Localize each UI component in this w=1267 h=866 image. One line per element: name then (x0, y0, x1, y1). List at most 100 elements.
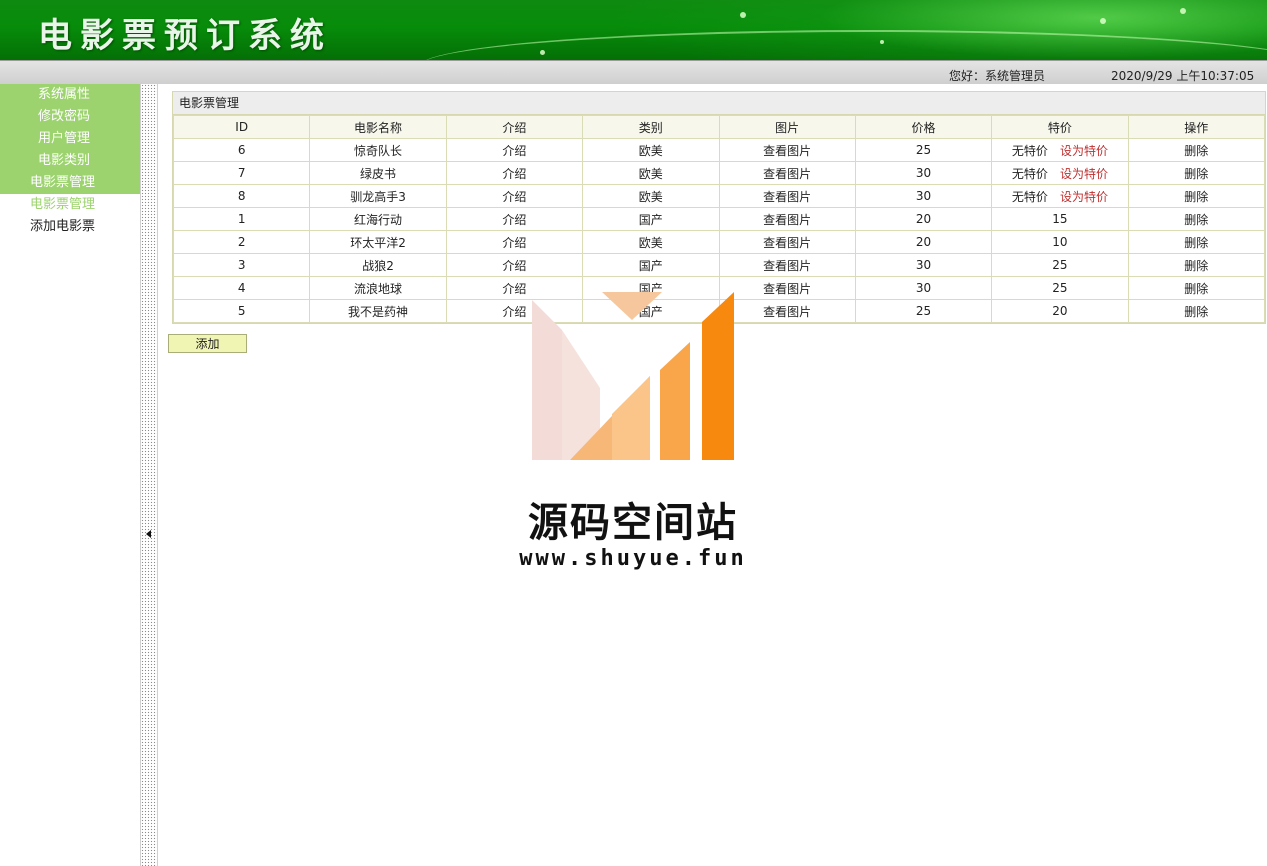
cell-special-price: 无特价 设为特价 (991, 184, 1129, 208)
cell-category: 国产 (582, 253, 720, 277)
cell-category: 欧美 (582, 138, 720, 162)
sidebar-item-movie-category[interactable]: 电影类别 (0, 150, 140, 172)
view-image-link[interactable]: 查看图片 (718, 253, 856, 277)
table-header-row: ID 电影名称 介绍 类别 图片 价格 特价 操作 (172, 115, 1266, 139)
cell-price: 30 (854, 276, 993, 300)
collapse-arrow-icon[interactable] (146, 530, 151, 538)
banner-sparkle (1100, 18, 1106, 24)
cell-category: 国产 (582, 207, 720, 231)
cell-id: 5 (172, 299, 311, 323)
banner-sparkle (880, 40, 884, 44)
cell-movie-name: 战狼2 (309, 253, 447, 277)
delete-link[interactable]: 删除 (1127, 207, 1266, 231)
cell-special-price: 无特价 设为特价 (991, 161, 1129, 185)
cell-id: 8 (172, 184, 311, 208)
cell-id: 1 (172, 207, 311, 231)
intro-link[interactable]: 介绍 (445, 207, 584, 231)
status-bar: 您好：系统管理员 2020/9/29 上午10:37:05 (0, 60, 1267, 84)
view-image-link[interactable]: 查看图片 (718, 230, 856, 254)
cell-movie-name: 绿皮书 (309, 161, 447, 185)
intro-link[interactable]: 介绍 (445, 230, 584, 254)
column-header-id: ID (172, 115, 311, 139)
cell-price: 25 (854, 299, 993, 323)
add-ticket-button[interactable]: 添加 (168, 334, 247, 353)
special-price-value: 20 (1052, 304, 1068, 318)
banner-sparkle (540, 50, 545, 55)
cell-price: 30 (854, 161, 993, 185)
column-header-price: 价格 (854, 115, 993, 139)
cell-id: 3 (172, 253, 311, 277)
special-price-value: 无特价 (1011, 143, 1048, 158)
special-price-value: 无特价 (1011, 189, 1048, 204)
sidebar-item-user-management[interactable]: 用户管理 (0, 128, 140, 150)
special-price-value: 无特价 (1011, 166, 1048, 181)
cell-movie-name: 驯龙高手3 (309, 184, 447, 208)
set-special-price-link[interactable]: 设为特价 (1060, 167, 1108, 181)
app-title: 电影票预订系统 (38, 16, 332, 56)
watermark-url: www.shuyue.fun (519, 546, 747, 571)
cell-movie-name: 流浪地球 (309, 276, 447, 300)
delete-link[interactable]: 删除 (1127, 138, 1266, 162)
cell-movie-name: 惊奇队长 (309, 138, 447, 162)
sidebar-item-system-properties[interactable]: 系统属性 (0, 84, 140, 106)
cell-price: 20 (854, 207, 993, 231)
delete-link[interactable]: 删除 (1127, 230, 1266, 254)
table-row: 3 战狼2 介绍 国产 查看图片 30 25 删除 (172, 253, 1266, 277)
sidebar-subitem-add-ticket[interactable]: 添加电影票 (0, 216, 140, 238)
watermark-name: 源码空间站 (528, 500, 738, 546)
view-image-link[interactable]: 查看图片 (718, 299, 856, 323)
sidebar-item-change-password[interactable]: 修改密码 (0, 106, 140, 128)
view-image-link[interactable]: 查看图片 (718, 161, 856, 185)
frame-splitter[interactable] (140, 84, 158, 866)
special-price-value: 25 (1052, 258, 1068, 272)
set-special-price-link[interactable]: 设为特价 (1060, 144, 1108, 158)
sidebar-subitem-ticket-management[interactable]: 电影票管理 (0, 194, 140, 216)
cell-special-price: 无特价 设为特价 (991, 138, 1129, 162)
delete-link[interactable]: 删除 (1127, 184, 1266, 208)
column-header-intro: 介绍 (445, 115, 584, 139)
sidebar-menu: 系统属性 修改密码 用户管理 电影类别 电影票管理 (0, 84, 140, 194)
cell-category: 欧美 (582, 230, 720, 254)
delete-link[interactable]: 删除 (1127, 253, 1266, 277)
delete-link[interactable]: 删除 (1127, 276, 1266, 300)
table-row: 8 驯龙高手3 介绍 欧美 查看图片 30 无特价 设为特价 删除 (172, 184, 1266, 208)
sidebar-submenu: 电影票管理 添加电影票 (0, 194, 140, 238)
cell-price: 30 (854, 184, 993, 208)
special-price-value: 15 (1052, 212, 1068, 226)
view-image-link[interactable]: 查看图片 (718, 276, 856, 300)
cell-special-price: 15 (991, 207, 1129, 231)
datetime-display: 2020/9/29 上午10:37:05 (1111, 69, 1255, 83)
column-header-special: 特价 (991, 115, 1129, 139)
intro-link[interactable]: 介绍 (445, 138, 584, 162)
ticket-management-panel: 电影票管理 ID 电影名称 介绍 类别 图片 价格 特价 操作 6 惊奇队长 介绍欧… (172, 91, 1266, 324)
banner-sparkle (740, 12, 746, 18)
cell-special-price: 25 (991, 253, 1129, 277)
column-header-image: 图片 (718, 115, 856, 139)
delete-link[interactable]: 删除 (1127, 161, 1266, 185)
cell-movie-name: 环太平洋2 (309, 230, 447, 254)
view-image-link[interactable]: 查看图片 (718, 207, 856, 231)
set-special-price-link[interactable]: 设为特价 (1060, 190, 1108, 204)
special-price-value: 10 (1052, 235, 1068, 249)
intro-link[interactable]: 介绍 (445, 184, 584, 208)
delete-link[interactable]: 删除 (1127, 299, 1266, 323)
cell-id: 2 (172, 230, 311, 254)
cell-id: 4 (172, 276, 311, 300)
sidebar: 系统属性 修改密码 用户管理 电影类别 电影票管理 电影票管理 添加电影票 (0, 84, 140, 866)
banner-sparkle (1180, 8, 1186, 14)
table-row: 2 环太平洋2 介绍 欧美 查看图片 20 10 删除 (172, 230, 1266, 254)
table-row: 1 红海行动 介绍 国产 查看图片 20 15 删除 (172, 207, 1266, 231)
header-banner: 电影票预订系统 (0, 0, 1267, 60)
special-price-value: 25 (1052, 281, 1068, 295)
cell-price: 25 (854, 138, 993, 162)
sidebar-group-ticket-management[interactable]: 电影票管理 (0, 172, 140, 194)
cell-category: 欧美 (582, 161, 720, 185)
cell-category: 欧美 (582, 184, 720, 208)
cell-movie-name: 我不是药神 (309, 299, 447, 323)
view-image-link[interactable]: 查看图片 (718, 138, 856, 162)
intro-link[interactable]: 介绍 (445, 253, 584, 277)
cell-price: 30 (854, 253, 993, 277)
intro-link[interactable]: 介绍 (445, 161, 584, 185)
view-image-link[interactable]: 查看图片 (718, 184, 856, 208)
table-row: 6 惊奇队长 介绍 欧美 查看图片 25 无特价 设为特价 删除 (172, 138, 1266, 162)
